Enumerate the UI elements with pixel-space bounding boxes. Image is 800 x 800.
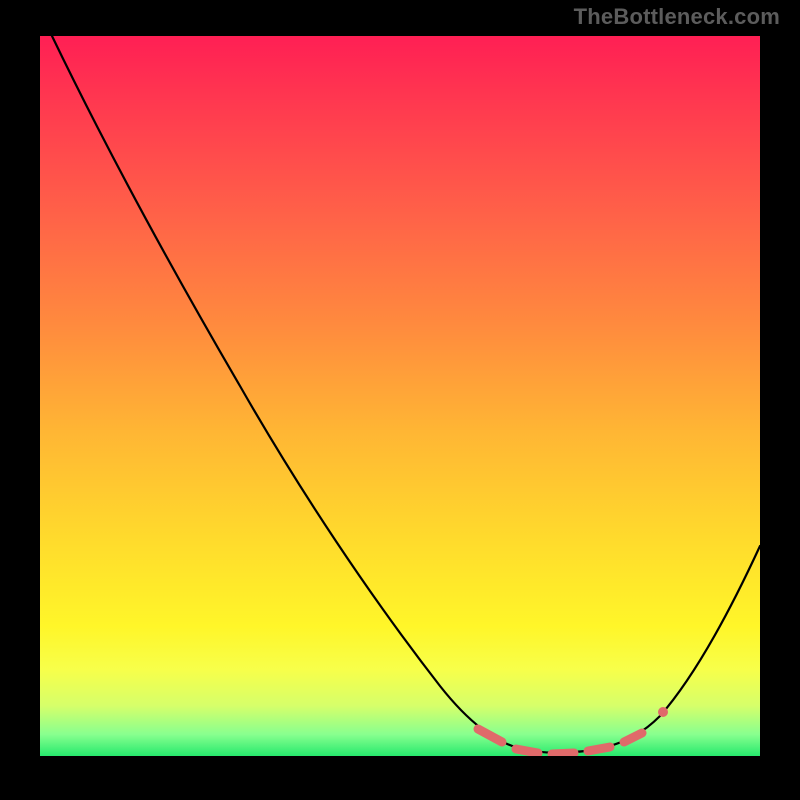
plot-area (40, 36, 760, 756)
watermark-text: TheBottleneck.com (574, 4, 780, 30)
marker-dash (552, 753, 574, 754)
bottleneck-curve (52, 36, 760, 753)
curve-layer (40, 36, 760, 756)
marker-dash (478, 729, 502, 742)
marker-dash (588, 747, 610, 751)
chart-frame: TheBottleneck.com (0, 0, 800, 800)
marker-dash (624, 733, 642, 742)
marker-dot (658, 707, 668, 717)
marker-dash (516, 749, 538, 753)
